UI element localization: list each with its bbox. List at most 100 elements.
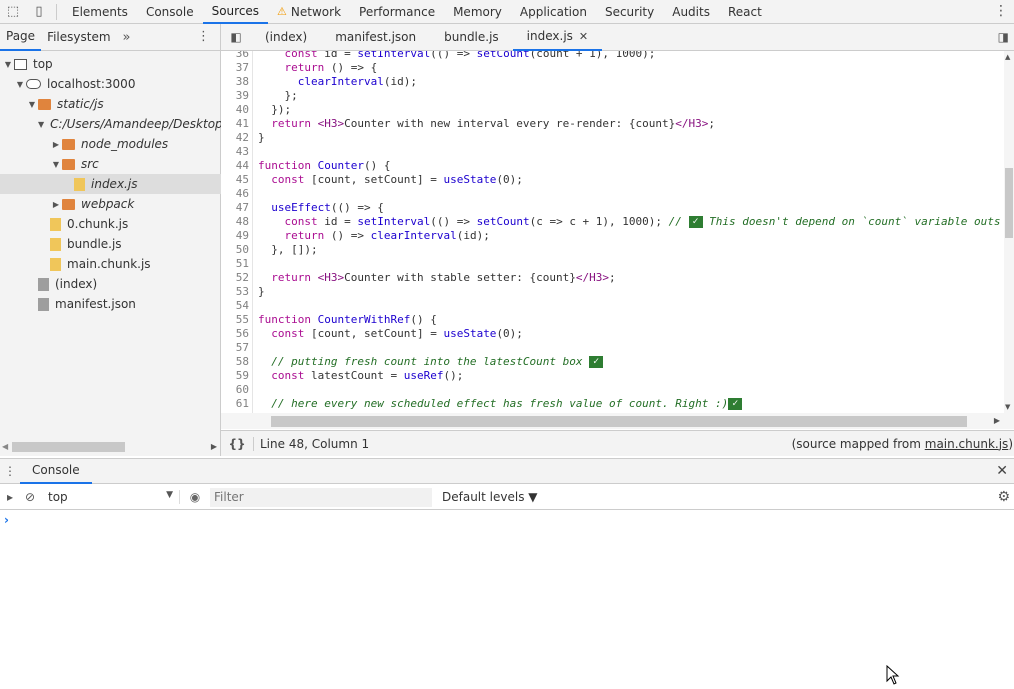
line-number[interactable]: 47 [221,201,249,215]
source-map-link[interactable]: main.chunk.js [925,437,1009,451]
tab-console[interactable]: Console [20,459,92,484]
device-toolbar-icon[interactable]: ▯ [26,0,52,24]
line-number[interactable]: 49 [221,229,249,243]
scroll-right-icon[interactable]: ▶ [994,416,1000,425]
expand-arrow-icon[interactable]: ▼ [50,160,62,169]
tab-page[interactable]: Page [0,24,42,51]
expand-arrow-icon[interactable]: ▼ [2,60,14,69]
editor-tab[interactable]: bundle.js [430,24,513,51]
tab-filesystem[interactable]: Filesystem [41,24,116,51]
line-number[interactable]: 36 [221,51,249,61]
code-editor[interactable]: 36 const id = setInterval(() => setCount… [221,51,1004,413]
console-filter-input[interactable] [210,487,432,507]
line-number[interactable]: 40 [221,103,249,117]
clear-console-icon[interactable]: ⊘ [20,490,40,504]
collapsed-arrow-icon[interactable]: ▶ [50,140,62,149]
tree-item[interactable]: ▼ C:/Users/Amandeep/Desktop/ [0,114,221,134]
tab-elements[interactable]: Elements [63,0,137,24]
line-number[interactable]: 51 [221,257,249,271]
editor-vertical-scrollbar[interactable]: ▲ ▼ [1004,51,1014,413]
line-number[interactable]: 46 [221,187,249,201]
tree-item[interactable]: ▼ static/js [0,94,221,114]
inspect-element-icon[interactable]: ⬚ [0,0,26,24]
line-number[interactable]: 37 [221,61,249,75]
source-mapped-prefix: (source mapped from [791,436,925,451]
scrollbar-thumb[interactable] [12,442,125,452]
tree-item[interactable]: (index) [0,274,221,294]
line-number[interactable]: 57 [221,341,249,355]
editor-tab[interactable]: index.js ✕ [512,24,603,51]
tree-item[interactable]: main.chunk.js [0,254,221,274]
more-options-icon[interactable]: ⋮ [994,3,1008,19]
context-selector[interactable]: top ▼ [40,490,180,504]
tab-sources[interactable]: Sources [202,0,269,24]
line-number[interactable]: 61 [221,397,249,411]
editor-tab-label: manifest.json [335,30,417,44]
code-comment: This doesn't depend on `count` variable … [702,215,1001,228]
navigator-menu-icon[interactable]: ⋮ [197,29,210,44]
tab-application[interactable]: Application [511,0,596,24]
line-number[interactable]: 43 [221,145,249,159]
tab-console[interactable]: Console [137,0,203,24]
console-settings-gear-icon[interactable]: ⚙ [997,489,1010,505]
scrollbar-thumb[interactable] [271,416,967,427]
log-levels-dropdown[interactable]: Default levels ▼ [442,490,538,504]
line-number[interactable]: 42 [221,131,249,145]
expand-arrow-icon[interactable]: ▼ [14,80,26,89]
scroll-left-icon[interactable]: ◀ [2,442,8,451]
line-number[interactable]: 59 [221,369,249,383]
editor-tab[interactable]: manifest.json [321,24,430,51]
show-sidebar-icon[interactable]: ▸ [0,490,20,504]
toggle-debugger-icon[interactable]: ◨ [998,30,1009,44]
console-prompt[interactable]: › [4,513,9,527]
scroll-down-icon[interactable]: ▼ [1005,403,1010,411]
tab-security[interactable]: Security [596,0,663,24]
tab-performance[interactable]: Performance [350,0,444,24]
line-number[interactable]: 54 [221,299,249,313]
line-number[interactable]: 53 [221,285,249,299]
line-number[interactable]: 50 [221,243,249,257]
line-number[interactable]: 55 [221,313,249,327]
tree-item[interactable]: ▶ node_modules [0,134,221,154]
pretty-print-icon[interactable]: {} [221,437,253,451]
code-line: 42} [221,131,1004,145]
tree-item[interactable]: index.js [0,174,221,194]
editor-horizontal-scrollbar[interactable]: ▶ [221,413,1014,429]
source-mapped-suffix: ) [1008,436,1013,451]
line-number[interactable]: 38 [221,75,249,89]
live-expression-eye-icon[interactable]: ◉ [184,490,206,504]
drawer-menu-icon[interactable]: ⋮ [0,464,20,478]
line-number[interactable]: 41 [221,117,249,131]
line-number[interactable]: 44 [221,159,249,173]
tab-network[interactable]: ⚠ Network [268,0,350,24]
tab-audits[interactable]: Audits [663,0,719,24]
line-number[interactable]: 52 [221,271,249,285]
collapsed-arrow-icon[interactable]: ▶ [50,200,62,209]
line-number[interactable]: 45 [221,173,249,187]
line-number[interactable]: 48 [221,215,249,229]
more-tabs-icon[interactable]: » [117,30,137,45]
toggle-navigator-icon[interactable]: ◧ [221,30,251,44]
tree-item[interactable]: bundle.js [0,234,221,254]
line-number[interactable]: 39 [221,89,249,103]
close-drawer-icon[interactable]: ✕ [996,463,1008,479]
navigator-horizontal-scrollbar[interactable]: ◀ ▶ [0,439,221,455]
tab-react[interactable]: React [719,0,771,24]
line-number[interactable]: 60 [221,383,249,397]
scroll-right-icon[interactable]: ▶ [211,442,217,451]
tree-item[interactable]: ▶ webpack [0,194,221,214]
expand-arrow-icon[interactable]: ▼ [38,120,44,129]
scroll-up-icon[interactable]: ▲ [1005,53,1010,61]
tree-item[interactable]: 0.chunk.js [0,214,221,234]
tree-item[interactable]: ▼ top [0,54,221,74]
line-number[interactable]: 58 [221,355,249,369]
line-number[interactable]: 56 [221,327,249,341]
tab-memory[interactable]: Memory [444,0,511,24]
tree-item[interactable]: manifest.json [0,294,221,314]
tree-item[interactable]: ▼ src [0,154,221,174]
scrollbar-thumb[interactable] [1005,168,1013,238]
editor-tab[interactable]: (index) [251,24,321,51]
tree-item[interactable]: ▼ localhost:3000 [0,74,221,94]
close-tab-icon[interactable]: ✕ [579,30,588,43]
expand-arrow-icon[interactable]: ▼ [26,100,38,109]
